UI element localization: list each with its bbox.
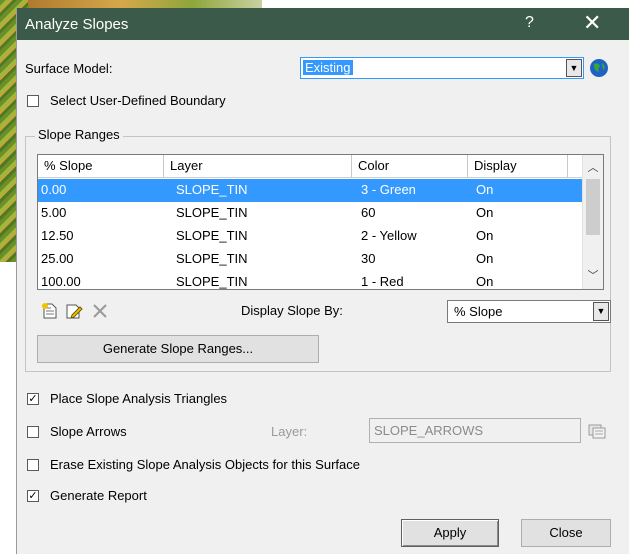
title-bar[interactable]: Analyze Slopes ? ✕ xyxy=(17,8,629,40)
dialog-title: Analyze Slopes xyxy=(25,16,129,33)
analyze-slopes-dialog: Analyze Slopes ? ✕ Surface Model: Existi… xyxy=(16,8,629,554)
surface-model-label: Surface Model: xyxy=(25,61,113,76)
erase-existing-label: Erase Existing Slope Analysis Objects fo… xyxy=(50,457,360,472)
erase-existing-checkbox[interactable] xyxy=(27,459,39,471)
slope-cell: 25.00 xyxy=(41,251,74,266)
display-cell: On xyxy=(476,274,494,289)
color-cell: 3 - Green xyxy=(361,182,416,197)
globe-icon[interactable] xyxy=(589,58,609,78)
place-triangles-label: Place Slope Analysis Triangles xyxy=(50,391,228,406)
layer-cell: SLOPE_TIN xyxy=(176,274,248,289)
layer-cell: SLOPE_TIN xyxy=(176,205,248,220)
slope-cell: 12.50 xyxy=(41,228,74,243)
help-button[interactable]: ? xyxy=(525,14,534,32)
chevron-up-icon[interactable]: ︿ xyxy=(583,159,603,175)
surface-model-value: Existing xyxy=(303,60,353,75)
display-cell: On xyxy=(476,182,494,197)
column-header-slope[interactable]: % Slope xyxy=(38,155,164,177)
arrow-layer-field[interactable]: SLOPE_ARROWS xyxy=(369,418,581,443)
chevron-down-icon[interactable]: ▼ xyxy=(566,59,582,77)
color-cell: 1 - Red xyxy=(361,274,404,289)
delete-range-icon[interactable] xyxy=(91,302,109,320)
slope-cell: 0.00 xyxy=(41,182,67,197)
arrow-layer-value: SLOPE_ARROWS xyxy=(374,423,484,438)
edit-range-icon[interactable] xyxy=(65,302,83,320)
table-row[interactable]: 100.00 SLOPE_TIN 1 - Red On xyxy=(38,271,583,289)
scroll-thumb[interactable] xyxy=(586,179,600,235)
generate-report-label: Generate Report xyxy=(50,488,147,503)
display-cell: On xyxy=(476,205,494,220)
chevron-down-icon[interactable]: ﹀ xyxy=(583,267,603,283)
surface-model-select[interactable]: Existing ▼ xyxy=(300,57,584,79)
column-header-color[interactable]: Color xyxy=(352,155,468,177)
display-cell: On xyxy=(476,228,494,243)
display-slope-by-value: % Slope xyxy=(454,304,503,319)
layer-cell: SLOPE_TIN xyxy=(176,182,248,197)
slope-cell: 5.00 xyxy=(41,205,67,220)
close-window-button[interactable]: ✕ xyxy=(583,11,601,35)
layer-picker-icon[interactable] xyxy=(587,421,607,439)
slope-arrows-label: Slope Arrows xyxy=(50,424,127,439)
boundary-label: Select User-Defined Boundary xyxy=(50,93,226,108)
table-row[interactable]: 25.00 SLOPE_TIN 30 On xyxy=(38,248,583,271)
new-range-icon[interactable] xyxy=(41,302,59,320)
slope-cell: 100.00 xyxy=(41,274,81,289)
display-slope-by-label: Display Slope By: xyxy=(241,303,343,318)
column-header-layer[interactable]: Layer xyxy=(164,155,352,177)
column-header-display[interactable]: Display xyxy=(468,155,568,177)
chevron-down-icon[interactable]: ▼ xyxy=(593,302,609,321)
slope-arrows-checkbox[interactable] xyxy=(27,426,39,438)
layer-cell: SLOPE_TIN xyxy=(176,251,248,266)
background-map-strip xyxy=(28,0,262,8)
table-row[interactable]: 5.00 SLOPE_TIN 60 On xyxy=(38,202,583,225)
color-cell: 2 - Yellow xyxy=(361,228,417,243)
table-row[interactable]: 0.00 SLOPE_TIN 3 - Green On xyxy=(38,179,583,202)
display-cell: On xyxy=(476,251,494,266)
generate-slope-ranges-button[interactable]: Generate Slope Ranges... xyxy=(37,335,319,363)
apply-button[interactable]: Apply xyxy=(401,519,499,547)
arrow-layer-label: Layer: xyxy=(271,424,308,439)
slope-ranges-title: Slope Ranges xyxy=(35,127,123,142)
boundary-checkbox[interactable] xyxy=(27,95,39,107)
place-triangles-checkbox[interactable]: ✓ xyxy=(27,393,39,405)
table-row[interactable]: 12.50 SLOPE_TIN 2 - Yellow On xyxy=(38,225,583,248)
background-panel xyxy=(0,262,16,554)
color-cell: 60 xyxy=(361,205,376,220)
layer-cell: SLOPE_TIN xyxy=(176,228,248,243)
close-button[interactable]: Close xyxy=(521,519,611,547)
table-header: % Slope Layer Color Display xyxy=(38,155,583,178)
generate-report-checkbox[interactable]: ✓ xyxy=(27,490,39,502)
display-slope-by-select[interactable]: % Slope ▼ xyxy=(447,300,611,323)
color-cell: 30 xyxy=(361,251,376,266)
slope-ranges-table: % Slope Layer Color Display 0.00 SLOPE_T… xyxy=(37,154,604,290)
table-scrollbar[interactable]: ︿ ﹀ xyxy=(582,155,603,289)
